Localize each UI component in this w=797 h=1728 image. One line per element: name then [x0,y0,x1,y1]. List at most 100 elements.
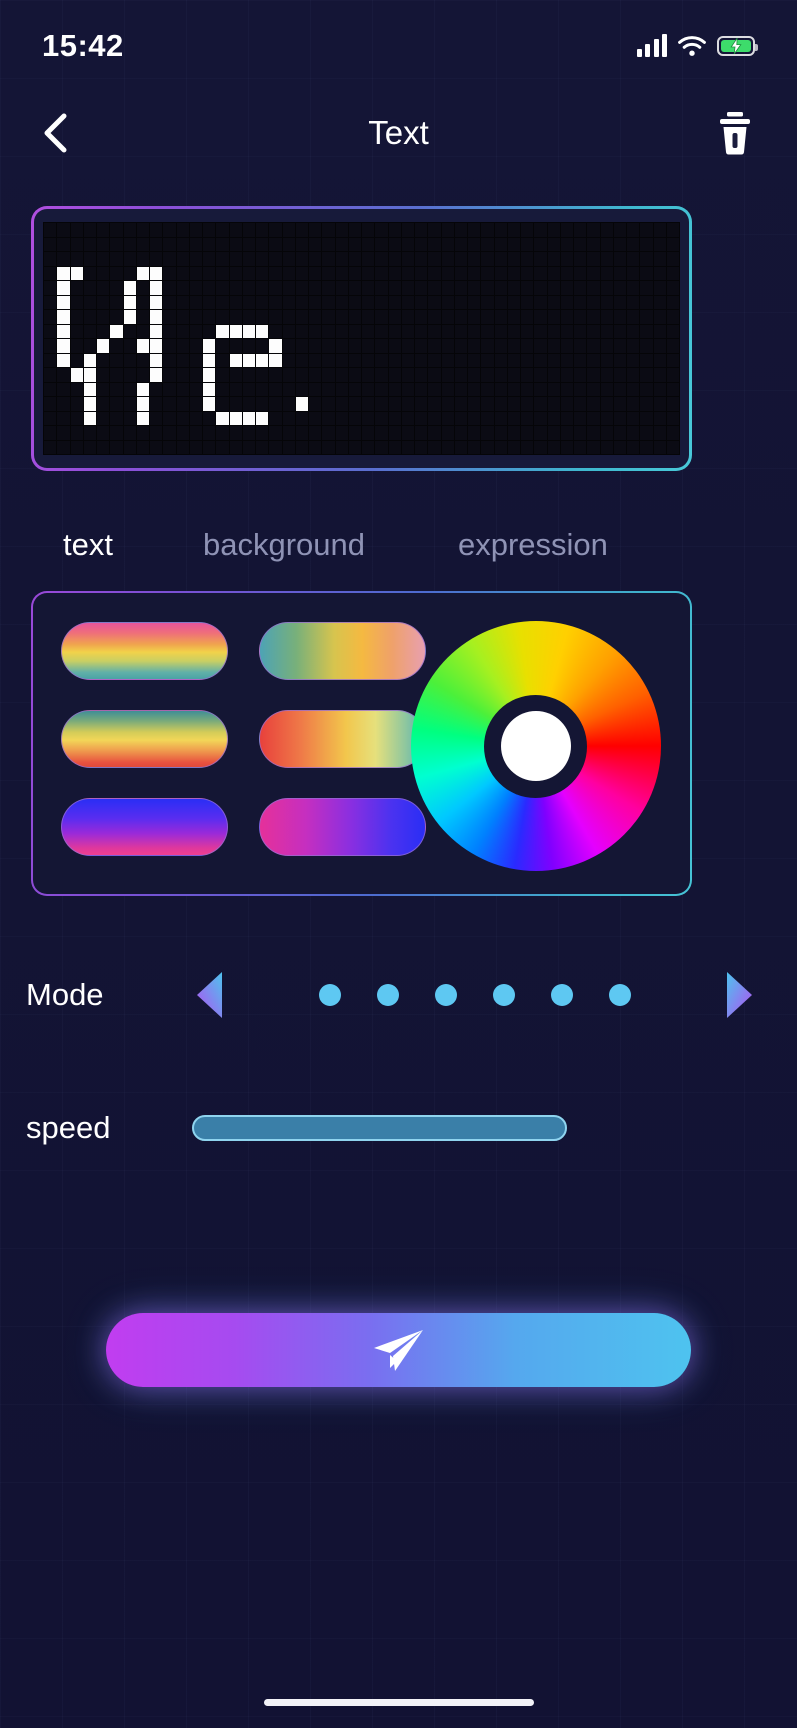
led-pixel [534,411,547,425]
led-pixel [309,252,322,266]
mode-dot[interactable] [550,984,573,1006]
led-pixel [640,397,653,411]
led-pixel [494,295,507,309]
color-wheel-icon[interactable] [410,621,661,871]
tab-background[interactable]: background [203,527,365,563]
led-pixel [229,295,242,309]
led-pixel [322,310,335,324]
led-pixel [666,426,679,440]
led-pixel [163,252,176,266]
led-pixel [454,310,467,324]
led-pixel [322,440,335,454]
send-button[interactable] [106,1313,691,1387]
led-pixel [494,397,507,411]
led-pixel [401,411,414,425]
led-pixel [401,295,414,309]
led-pixel [269,310,282,324]
mode-prev-button[interactable] [190,969,234,1021]
led-pixel [613,281,626,295]
mode-dot[interactable] [608,984,631,1006]
led-pixel [534,324,547,338]
led-pixel [574,397,587,411]
led-pixel [335,281,348,295]
delete-button[interactable] [711,109,759,157]
led-pixel [600,295,613,309]
led-pixel [375,324,388,338]
led-pixel [242,353,255,367]
color-wheel-selected-swatch[interactable] [500,711,571,781]
led-matrix-preview[interactable] [43,222,680,455]
led-pixel [640,426,653,440]
led-pixel [547,237,560,251]
led-pixel [454,382,467,396]
led-pixel [521,382,534,396]
led-pixel [309,339,322,353]
mode-next-button[interactable] [715,969,759,1021]
wifi-icon [678,35,706,57]
led-pixel [269,324,282,338]
gradient-swatch-5[interactable] [61,798,228,856]
mode-dot[interactable] [492,984,515,1006]
led-pixel [653,295,666,309]
led-pixel [123,295,136,309]
led-pixel [229,411,242,425]
led-pixel [70,368,83,382]
gradient-swatch-4[interactable] [259,710,426,768]
gradient-swatch-3[interactable] [61,710,228,768]
led-pixel [494,339,507,353]
speed-slider[interactable] [192,1115,567,1141]
led-pixel [428,368,441,382]
led-pixel [322,237,335,251]
led-pixel [454,281,467,295]
led-pixel [560,353,573,367]
led-pixel [640,266,653,280]
led-pixel [295,397,308,411]
led-pixel [44,281,57,295]
led-pixel [176,281,189,295]
led-pixel [83,281,96,295]
mode-dot[interactable] [434,984,457,1006]
tab-expression[interactable]: expression [458,527,608,563]
led-pixel [163,281,176,295]
led-pixel [481,397,494,411]
led-pixel [335,223,348,237]
led-pixel [428,266,441,280]
led-pixel [348,252,361,266]
led-pixel [57,353,70,367]
led-pixel [229,339,242,353]
status-bar: 15:42 [0,0,797,92]
led-pixel [44,382,57,396]
led-pixel [560,440,573,454]
gradient-swatch-6[interactable] [259,798,426,856]
led-pixel [57,339,70,353]
led-matrix-panel[interactable] [31,206,692,471]
led-pixel [57,252,70,266]
back-button[interactable] [38,109,86,157]
led-pixel [494,252,507,266]
led-pixel [507,382,520,396]
led-pixel [534,281,547,295]
tab-text[interactable]: text [63,527,113,563]
led-pixel [110,310,123,324]
gradient-swatch-1[interactable] [61,622,228,680]
led-pixel [256,324,269,338]
led-pixel [521,237,534,251]
led-pixel [309,266,322,280]
gradient-swatch-2[interactable] [259,622,426,680]
color-wheel-picker[interactable] [403,621,668,871]
mode-dot[interactable] [318,984,341,1006]
led-pixel [335,368,348,382]
led-pixel [309,223,322,237]
led-pixel [481,324,494,338]
led-pixel [627,368,640,382]
led-pixel [150,382,163,396]
led-pixel [507,223,520,237]
led-pixel [110,266,123,280]
mode-dot[interactable] [376,984,399,1006]
led-pixel [640,353,653,367]
led-pixel [136,397,149,411]
led-pixel [189,237,202,251]
led-pixel [83,339,96,353]
led-pixel [441,426,454,440]
led-pixel [335,266,348,280]
